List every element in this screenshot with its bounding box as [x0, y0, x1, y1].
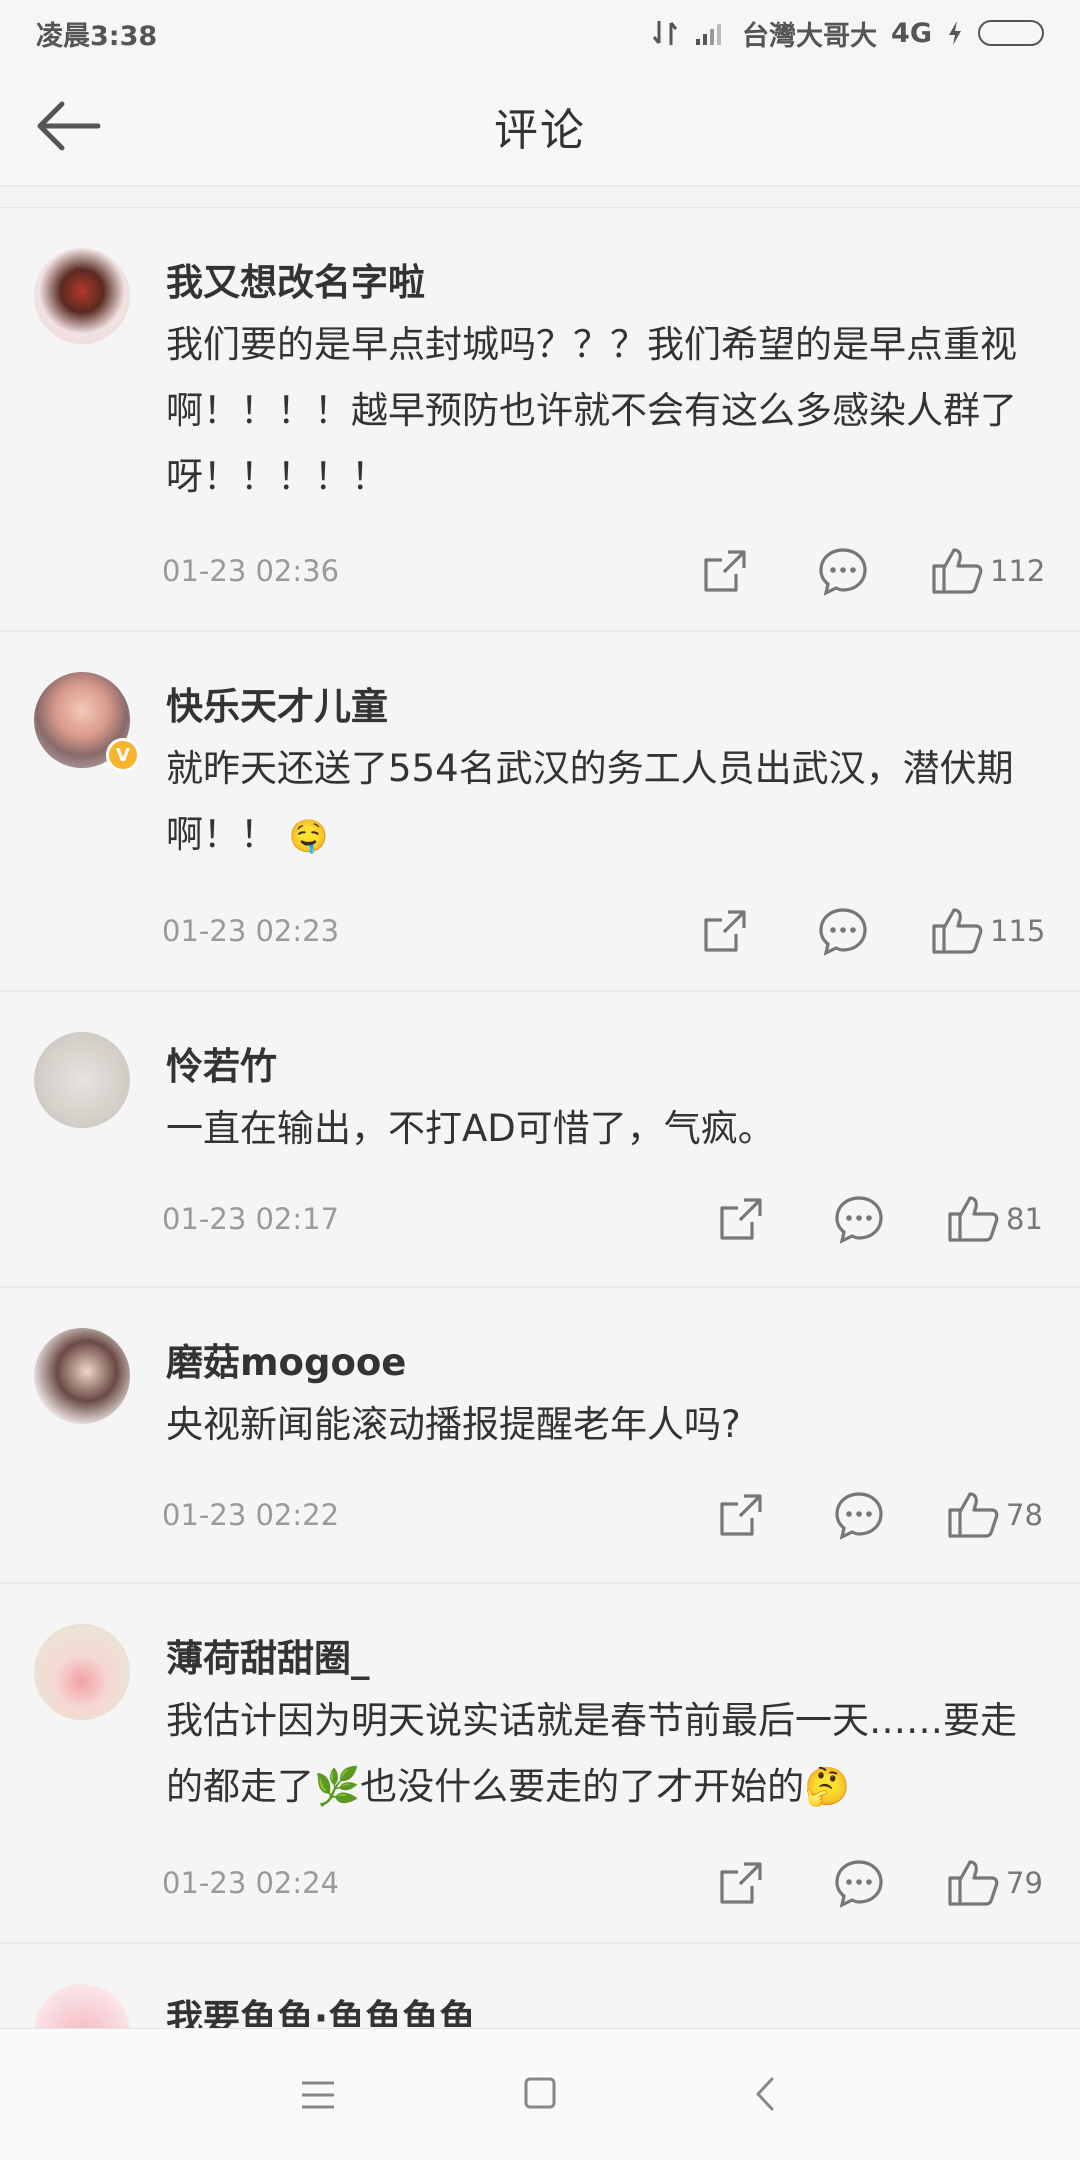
comment-bubble-icon[interactable]	[816, 544, 870, 598]
share-icon[interactable]	[698, 544, 752, 598]
carrier-name: 台灣大哥大	[742, 20, 878, 52]
comment-bubble-icon[interactable]	[816, 904, 870, 958]
thumbs-up-icon[interactable]	[946, 1192, 1000, 1246]
like-count: 79	[1006, 1866, 1043, 1900]
comment-time: 01-23 02:36	[162, 554, 340, 588]
comment-bubble-icon[interactable]	[832, 1192, 886, 1246]
page-header: 评论	[0, 66, 1080, 186]
like-count: 81	[1006, 1202, 1043, 1236]
comment-bubble-icon[interactable]	[832, 1856, 886, 1910]
avatar[interactable]	[34, 248, 130, 344]
header-divider	[0, 186, 1080, 208]
share-icon[interactable]	[714, 1856, 768, 1910]
network-type: 4G	[891, 17, 932, 49]
comment-item: 薄荷甜甜圈_ 我估计因为明天说实话就是春节前最后一天……要走的都走了🌿也没什么要…	[0, 1584, 1080, 1944]
comment-meta: 01-23 02:22 78	[0, 1484, 1080, 1544]
avatar[interactable]	[34, 1032, 130, 1128]
comment-text: 央视新闻能滚动播报提醒老年人吗?	[166, 1403, 741, 1446]
page-title: 评论	[494, 104, 586, 156]
comment-item: 怜若竹 一直在输出，不打AD可惜了，气疯。 01-23 02:17 81	[0, 992, 1080, 1288]
signal-icon	[696, 24, 722, 45]
like-count: 115	[990, 914, 1046, 948]
chevron-left-icon[interactable]	[752, 2075, 780, 2113]
battery-icon	[978, 20, 1044, 46]
home-square-icon[interactable]	[522, 2075, 558, 2111]
like-count: 78	[1006, 1498, 1043, 1532]
comment-item: 磨菇mogooe 央视新闻能滚动播报提醒老年人吗? 01-23 02:22 78	[0, 1288, 1080, 1584]
comment-text: 一直在输出，不打AD可惜了，气疯。	[166, 1107, 775, 1150]
comment-meta: 01-23 02:23 115	[0, 900, 1080, 960]
share-icon[interactable]	[714, 1192, 768, 1246]
comment-item: 我要鱼鱼·鱼鱼鱼鱼	[0, 1944, 1080, 2028]
comment-meta: 01-23 02:24 79	[0, 1852, 1080, 1912]
comment-meta: 01-23 02:36 112	[0, 540, 1080, 600]
comment-username[interactable]: 怜若竹	[166, 1036, 277, 1090]
status-bar: 凌晨3:38 台灣大哥大 4G	[0, 0, 1080, 66]
drooling-face-emoji: 🤤	[288, 817, 329, 855]
comment-username[interactable]: 我又想改名字啦	[166, 252, 425, 306]
system-nav-bar	[0, 2028, 1080, 2160]
comment-bubble-icon[interactable]	[832, 1488, 886, 1542]
comment-username[interactable]: 快乐天才儿童	[166, 676, 388, 730]
status-right: 台灣大哥大 4G	[650, 14, 1044, 53]
avatar[interactable]	[34, 1624, 130, 1720]
comment-text: 就昨天还送了554名武汉的务工人员出武汉，潜伏期啊！！ 🤤	[166, 736, 1026, 869]
arrow-left-icon[interactable]	[32, 96, 104, 156]
comment-username[interactable]: 薄荷甜甜圈_	[166, 1628, 370, 1682]
comment-time: 01-23 02:23	[162, 914, 340, 948]
comment-text: 我们要的是早点封城吗？？？我们希望的是早点重视啊！！！！越早预防也许就不会有这么…	[166, 323, 1017, 498]
thumbs-up-icon[interactable]	[930, 544, 984, 598]
avatar[interactable]	[34, 1328, 130, 1424]
like-count: 112	[990, 554, 1046, 588]
comment-time: 01-23 02:22	[162, 1498, 340, 1532]
share-icon[interactable]	[714, 1488, 768, 1542]
comment-list[interactable]: 我又想改名字啦 我们要的是早点封城吗？？？我们希望的是早点重视啊！！！！越早预防…	[0, 208, 1080, 2028]
thumbs-up-icon[interactable]	[946, 1488, 1000, 1542]
charging-icon	[949, 21, 961, 45]
data-transfer-icon	[652, 21, 678, 45]
comment-item: 我又想改名字啦 我们要的是早点封城吗？？？我们希望的是早点重视啊！！！！越早预防…	[0, 208, 1080, 632]
comment-time: 01-23 02:17	[162, 1202, 340, 1236]
thumbs-up-icon[interactable]	[930, 904, 984, 958]
comment-username[interactable]: 磨菇mogooe	[166, 1332, 406, 1386]
share-icon[interactable]	[698, 904, 752, 958]
menu-icon[interactable]	[298, 2077, 338, 2113]
comment-text: 我估计因为明天说实话就是春节前最后一天……要走的都走了🌿也没什么要走的了才开始的…	[166, 1699, 1017, 1808]
status-time: 凌晨3:38	[36, 20, 158, 52]
comment-time: 01-23 02:24	[162, 1866, 340, 1900]
thumbs-up-icon[interactable]	[946, 1856, 1000, 1910]
comment-username[interactable]: 我要鱼鱼·鱼鱼鱼鱼	[166, 1988, 476, 2028]
comment-meta: 01-23 02:17 81	[0, 1188, 1080, 1248]
comment-item: V 快乐天才儿童 就昨天还送了554名武汉的务工人员出武汉，潜伏期啊！！ 🤤 0…	[0, 632, 1080, 992]
verified-badge-icon: V	[106, 738, 140, 772]
avatar[interactable]	[34, 1984, 130, 2028]
